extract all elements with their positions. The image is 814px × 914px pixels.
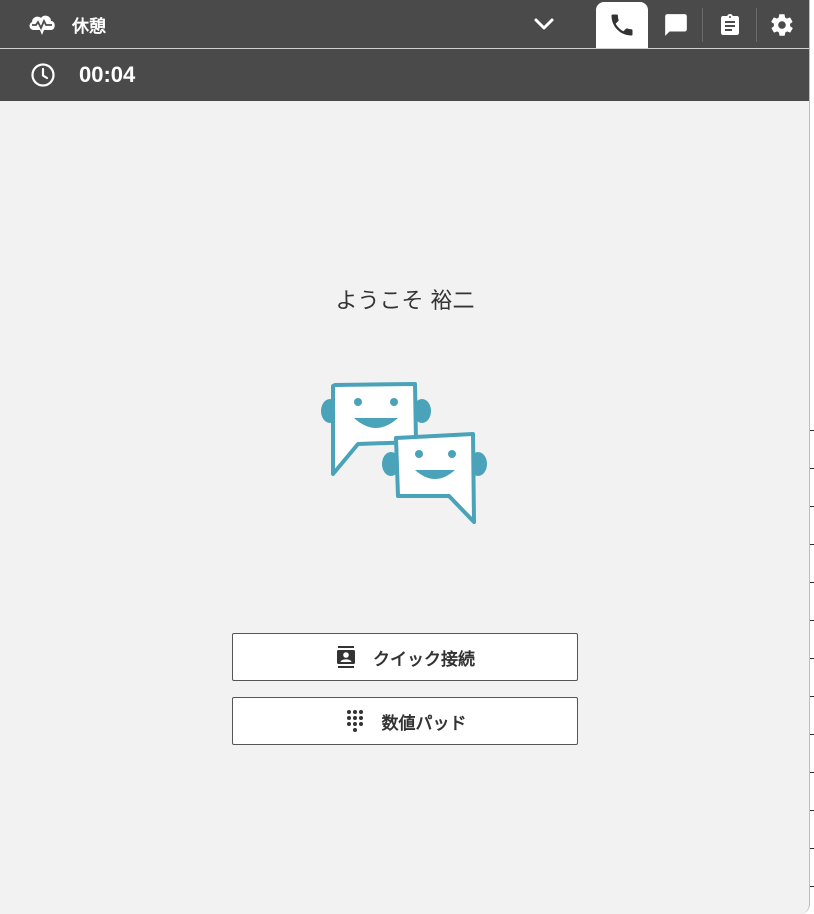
chat-bubbles-smile-icon [321, 382, 487, 524]
dialpad-button[interactable]: 数値パッド [232, 697, 578, 745]
clipboard-icon [721, 14, 739, 35]
quick-connect-label: クイック接続 [373, 649, 475, 670]
chat-icon [665, 14, 687, 36]
clock-icon [30, 62, 56, 88]
tab-chat[interactable] [650, 2, 702, 48]
gear-icon [771, 14, 793, 36]
tab-separator [702, 8, 703, 42]
tab-settings[interactable] [756, 2, 808, 48]
tab-clipboard[interactable] [704, 2, 756, 48]
tab-phone[interactable] [596, 2, 648, 48]
cloud-signal-icon [26, 10, 58, 38]
agent-status-label[interactable]: 休憩 [72, 12, 106, 37]
status-timer: 00:04 [79, 62, 136, 87]
contact-book-icon [335, 645, 357, 669]
top-bar: 休憩 [0, 0, 809, 48]
timer-bar: 00:04 [0, 49, 809, 101]
dialpad-label: 数値パッド [381, 713, 467, 734]
quick-connect-button[interactable]: クイック接続 [232, 633, 578, 681]
welcome-message: ようこそ 裕二 [335, 289, 475, 314]
dialpad-icon [344, 709, 366, 733]
status-dropdown-button[interactable] [528, 10, 560, 38]
phone-icon [611, 14, 633, 36]
chevron-down-icon [534, 18, 554, 30]
softphone-widget: 休憩 00:04 ようこそ 裕二 クイック接続 数値パッド [0, 0, 810, 914]
